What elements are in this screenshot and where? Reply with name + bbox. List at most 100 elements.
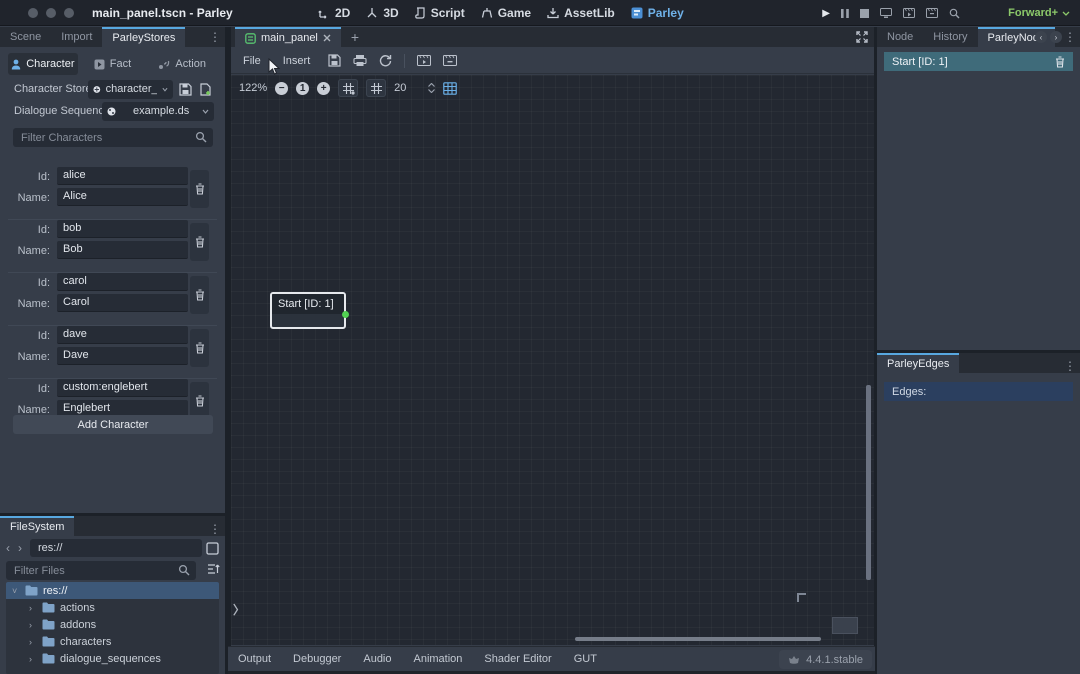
parleyedges-menu-icon[interactable]: ⋮ (1064, 359, 1076, 373)
delete-character-button[interactable] (190, 170, 209, 208)
character-id-field[interactable]: dave (57, 326, 188, 344)
horizontal-scrollbar[interactable] (575, 637, 821, 641)
play-custom-scene-button[interactable] (926, 8, 938, 18)
save-store-button[interactable] (179, 83, 192, 96)
tab-import[interactable]: Import (51, 27, 102, 47)
arrange-nodes-icon[interactable] (443, 82, 457, 95)
character-id-field[interactable]: alice (57, 167, 188, 185)
parleynode-selected-row[interactable]: Start [ID: 1] (884, 52, 1073, 71)
spin-up-icon[interactable] (428, 83, 435, 87)
left-dock-menu-icon[interactable]: ⋮ (209, 30, 221, 44)
graph-node-start[interactable]: Start [ID: 1] (270, 292, 346, 329)
workspace-assetlib-button[interactable]: AssetLib (547, 6, 615, 20)
tab-output[interactable]: Output (238, 653, 271, 665)
tab-parleyedges[interactable]: ParleyEdges (877, 353, 959, 373)
renderer-selector[interactable]: Forward+ (1008, 0, 1070, 26)
new-tab-button[interactable]: + (341, 27, 369, 47)
filesystem-menu-icon[interactable]: ⋮ (209, 522, 221, 536)
nav-forward-icon[interactable]: › (18, 541, 26, 555)
edges-header-row[interactable]: Edges: (884, 382, 1073, 401)
filter-characters-input[interactable] (13, 132, 213, 144)
tab-debugger[interactable]: Debugger (293, 653, 341, 665)
tree-row-characters[interactable]: › characters (6, 633, 219, 650)
tree-row-actions[interactable]: › actions (6, 599, 219, 616)
version-badge[interactable]: 4.4.1.stable (779, 650, 872, 669)
workspace-3d-button[interactable]: 3D (366, 6, 398, 20)
tree-row-res[interactable]: ˅ res:// (6, 582, 219, 599)
chevron-right-icon[interactable]: › (29, 637, 37, 647)
test-dialogue-icon[interactable] (417, 55, 431, 66)
delete-node-button[interactable] (1055, 56, 1065, 68)
workspace-script-button[interactable]: Script (415, 6, 465, 20)
tab-node[interactable]: Node (877, 27, 923, 47)
scene-tab-main-panel[interactable]: main_panel (235, 27, 341, 47)
menu-file[interactable]: File (239, 53, 265, 69)
dialogue-sequence-dropdown[interactable]: example.ds (102, 102, 214, 121)
workspace-game-button[interactable]: Game (481, 6, 531, 20)
close-icon[interactable] (323, 34, 331, 42)
tab-shader-editor[interactable]: Shader Editor (484, 653, 551, 665)
node-output-port[interactable] (342, 311, 349, 318)
character-store-dropdown[interactable]: character_st (88, 80, 173, 99)
tab-scene[interactable]: Scene (0, 27, 51, 47)
window-minimize-button[interactable] (46, 8, 56, 18)
character-name-field[interactable]: Bob (57, 241, 188, 259)
refresh-icon[interactable] (379, 54, 392, 67)
grid-size-stepper[interactable] (428, 83, 435, 93)
tabs-back-icon[interactable]: ‹ (1035, 31, 1047, 43)
graph-minimap[interactable] (832, 617, 858, 634)
pause-button[interactable] (841, 9, 849, 18)
delete-character-button[interactable] (190, 223, 209, 261)
grid-size-field[interactable]: 20 (394, 82, 406, 94)
sort-files-icon[interactable] (207, 563, 220, 575)
tab-gut[interactable]: GUT (574, 653, 597, 665)
tabs-forward-icon[interactable]: › (1050, 31, 1062, 43)
new-store-button[interactable] (199, 83, 212, 96)
character-name-field[interactable]: Alice (57, 188, 188, 206)
zoom-reset-button[interactable]: 1 (296, 82, 309, 95)
character-name-field[interactable]: Carol (57, 294, 188, 312)
window-controls[interactable] (28, 8, 74, 18)
window-close-button[interactable] (28, 8, 38, 18)
path-field[interactable]: res:// (30, 539, 202, 557)
workspace-parley-button[interactable]: Parley (631, 6, 684, 20)
tab-fact[interactable]: Fact (78, 53, 148, 75)
delete-character-button[interactable] (190, 329, 209, 367)
character-id-field[interactable]: custom:englebert (57, 379, 188, 397)
add-character-button[interactable]: Add Character (13, 415, 213, 434)
delete-character-button[interactable] (190, 276, 209, 314)
play-button[interactable]: ▶ (822, 8, 830, 19)
tab-audio[interactable]: Audio (363, 653, 391, 665)
window-maximize-button[interactable] (64, 8, 74, 18)
tab-filesystem[interactable]: FileSystem (0, 516, 74, 536)
filter-files-input[interactable] (6, 565, 196, 577)
tab-action[interactable]: Action (147, 53, 217, 75)
workspace-2d-button[interactable]: 2D (318, 6, 350, 20)
bottom-panel-expander-icon[interactable]: 〉 (233, 601, 251, 617)
vertical-scrollbar[interactable] (866, 385, 871, 580)
character-id-field[interactable]: carol (57, 273, 188, 291)
test-dialogue-from-node-icon[interactable] (443, 55, 457, 66)
tree-row-dialogue-sequences[interactable]: › dialogue_sequences (6, 650, 219, 667)
tab-animation[interactable]: Animation (414, 653, 463, 665)
graph-canvas[interactable]: 122% − 1 + 20 Start [ID: 1] (231, 75, 874, 645)
toggle-split-mode-button[interactable] (206, 542, 219, 555)
spin-down-icon[interactable] (428, 89, 435, 93)
play-scene-button[interactable] (903, 8, 915, 18)
stop-button[interactable] (860, 9, 869, 18)
zoom-out-button[interactable]: − (275, 82, 288, 95)
expand-editor-icon[interactable] (856, 31, 868, 43)
print-icon[interactable] (353, 54, 367, 67)
save-icon[interactable] (328, 54, 341, 67)
chevron-down-icon[interactable]: ˅ (12, 586, 20, 596)
menu-insert[interactable]: Insert (279, 53, 315, 69)
tab-parleystores[interactable]: ParleyStores (102, 27, 185, 47)
remote-debug-button[interactable] (880, 8, 892, 18)
chevron-right-icon[interactable]: › (29, 620, 37, 630)
toggle-grid-icon[interactable] (338, 79, 358, 97)
right-dock-menu-icon[interactable]: ⋮ (1064, 30, 1076, 44)
tab-history[interactable]: History (923, 27, 977, 47)
character-name-field[interactable]: Dave (57, 347, 188, 365)
chevron-right-icon[interactable]: › (29, 654, 37, 664)
tab-character[interactable]: Character (8, 53, 78, 75)
